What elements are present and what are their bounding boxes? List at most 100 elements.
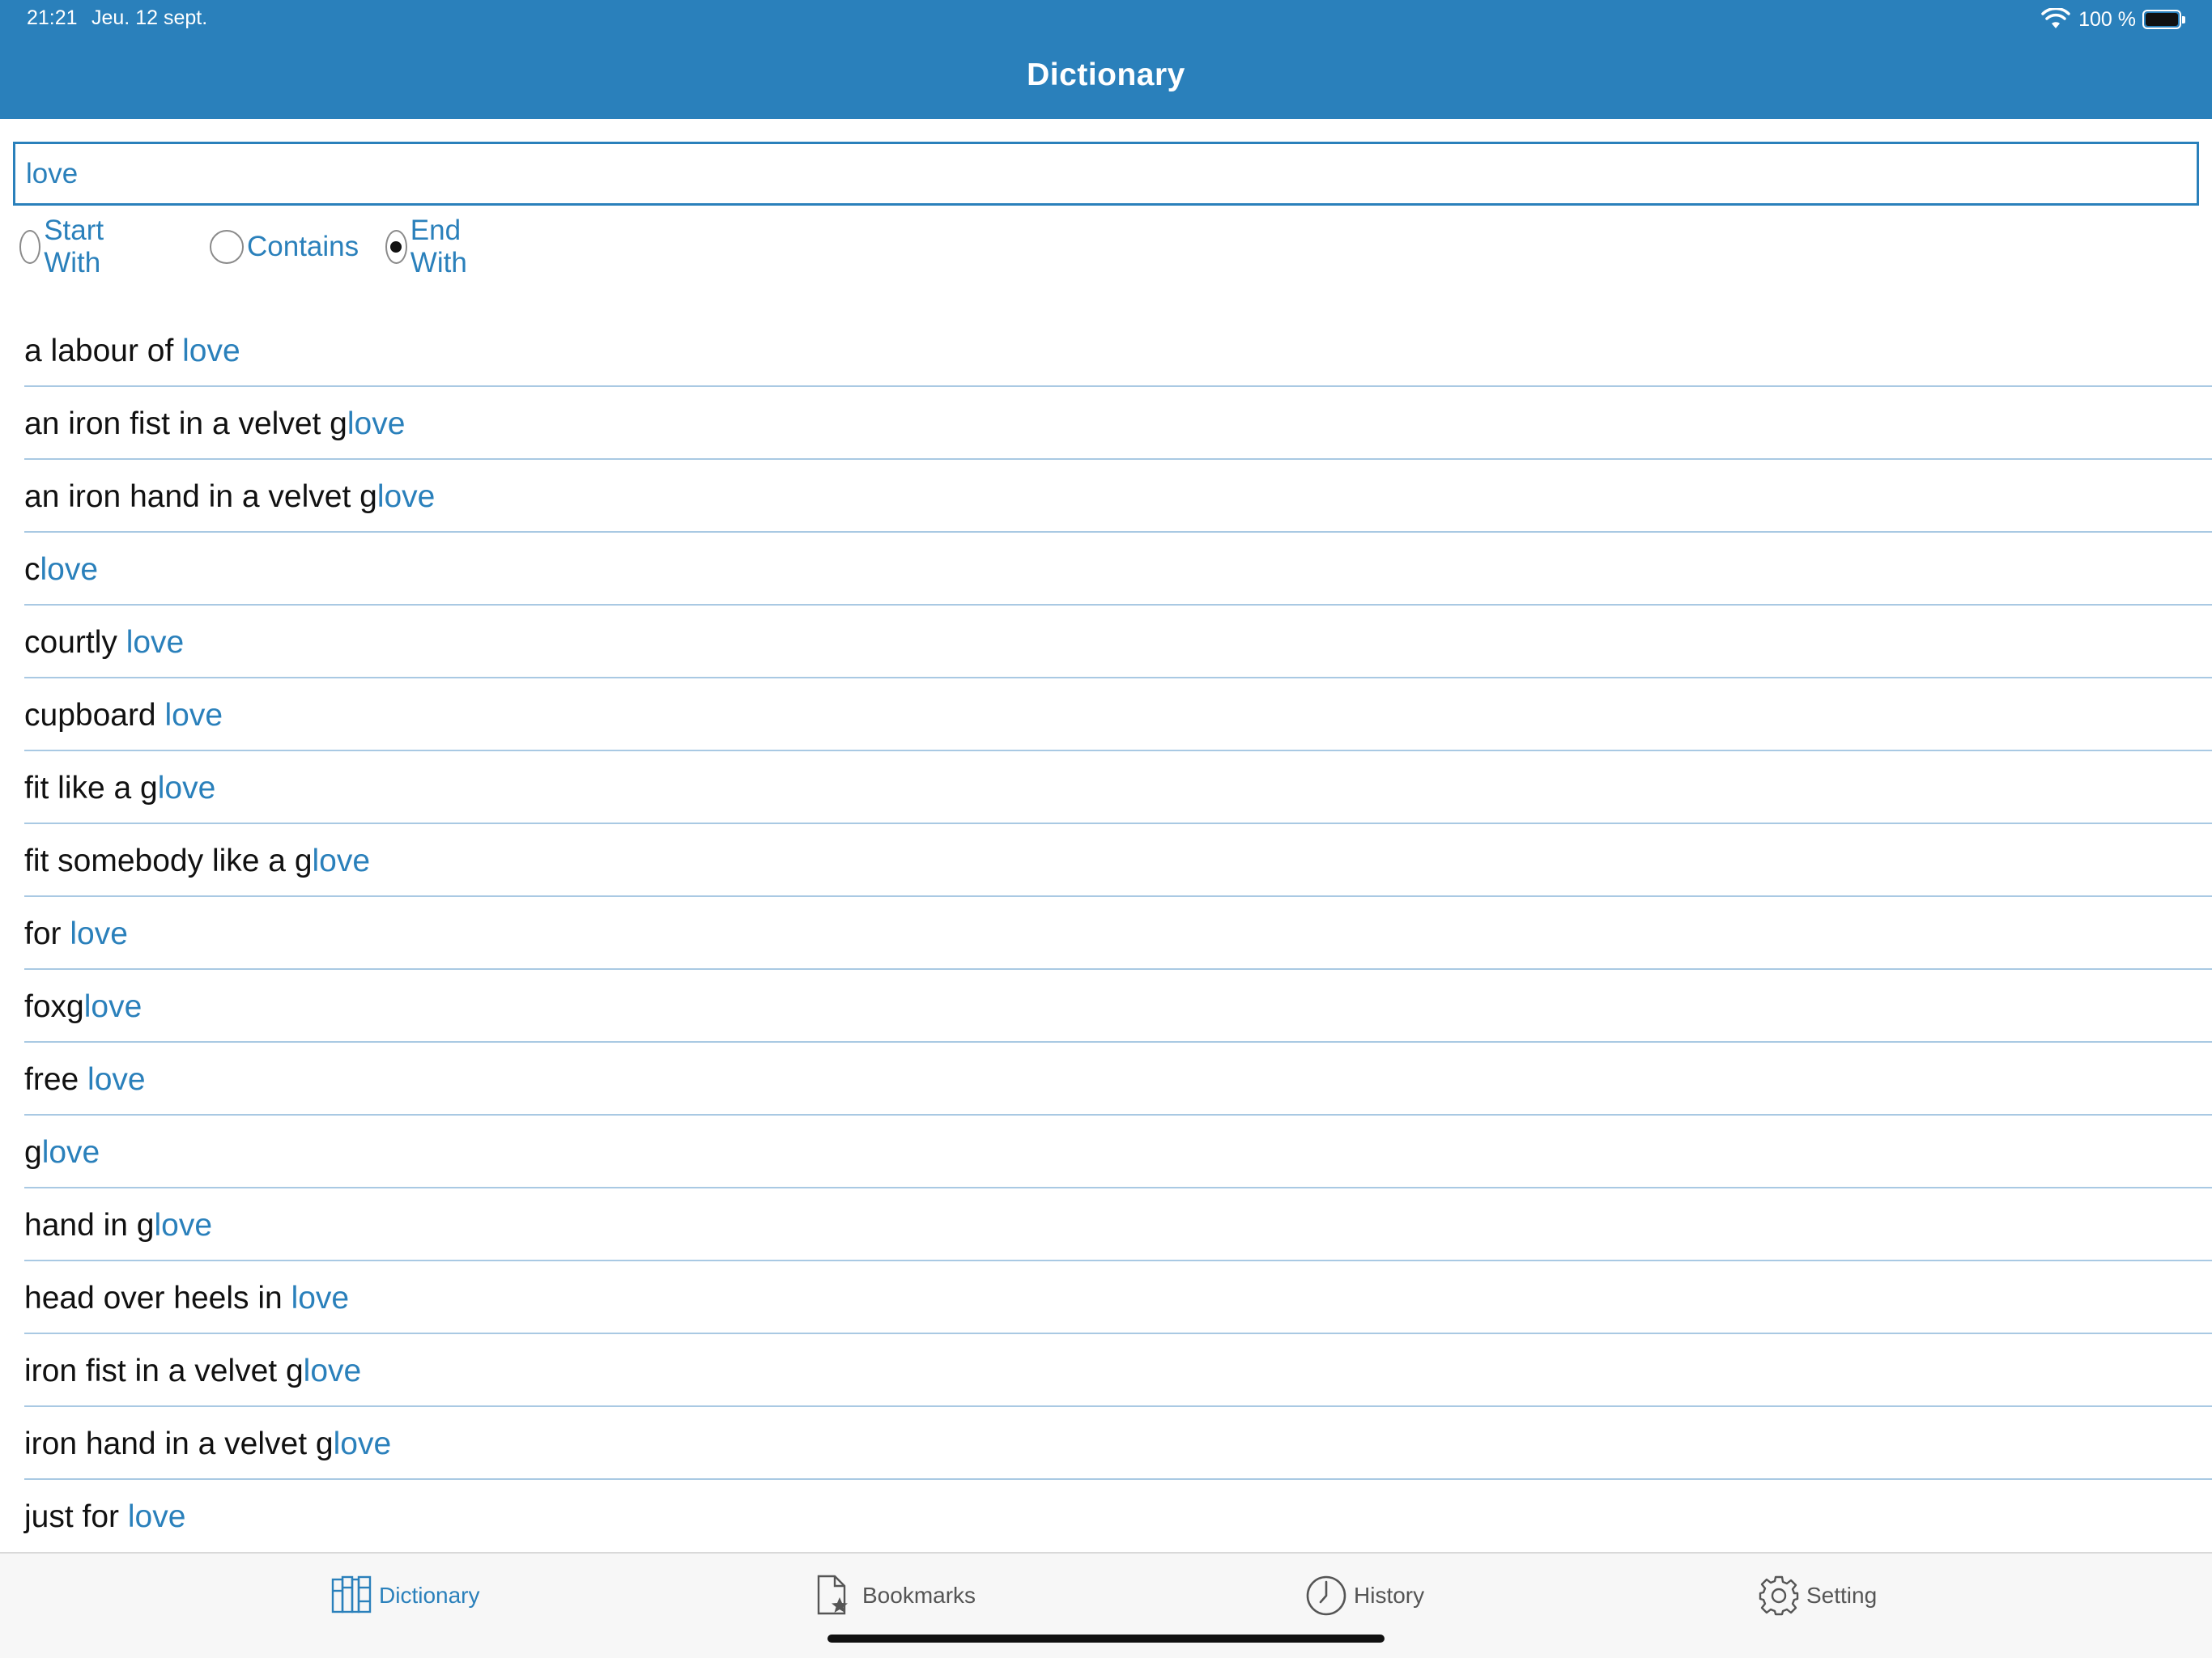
status-date: Jeu. 12 sept. <box>91 6 208 29</box>
result-row[interactable]: for love <box>24 897 2212 970</box>
result-text: for love <box>24 916 128 952</box>
clock-icon <box>1306 1575 1346 1616</box>
result-match-highlight: love <box>164 698 223 733</box>
result-prefix: an iron hand in a velvet g <box>24 479 377 514</box>
wifi-icon <box>2041 8 2070 28</box>
option-end-with[interactable]: End With <box>385 215 479 278</box>
result-text: fit like a glove <box>24 771 215 806</box>
option-label: Contains <box>247 231 359 262</box>
result-row[interactable]: glove <box>24 1116 2212 1188</box>
result-text: iron fist in a velvet glove <box>24 1354 361 1389</box>
result-text: cupboard love <box>24 698 223 733</box>
result-row[interactable]: an iron hand in a velvet glove <box>24 460 2212 533</box>
result-text: head over heels in love <box>24 1281 349 1316</box>
app-window: 21:21 Jeu. 12 sept. 100 % Dictionary Sta… <box>0 0 2212 1658</box>
result-prefix: iron hand in a velvet g <box>24 1426 334 1461</box>
search-field-container <box>13 142 2199 206</box>
result-match-highlight: love <box>40 552 99 587</box>
result-prefix: a labour of <box>24 334 183 368</box>
result-match-highlight: love <box>87 1062 146 1097</box>
result-prefix: an iron fist in a velvet g <box>24 406 347 441</box>
tab-bookmarks[interactable]: Bookmarks <box>814 1573 976 1618</box>
result-row[interactable]: cupboard love <box>24 678 2212 751</box>
result-match-highlight: love <box>125 625 185 660</box>
result-row[interactable]: foxglove <box>24 970 2212 1043</box>
radio-button-icon[interactable] <box>19 230 41 264</box>
option-label: Start With <box>44 215 104 278</box>
result-match-highlight: love <box>347 406 406 441</box>
battery-percentage: 100 % <box>2078 7 2136 31</box>
tab-label: Dictionary <box>379 1583 480 1608</box>
option-contains[interactable]: Contains <box>210 228 359 266</box>
result-prefix: c <box>24 552 40 587</box>
tab-setting[interactable]: Setting <box>1758 1573 1877 1618</box>
result-prefix: iron fist in a velvet g <box>24 1354 304 1388</box>
option-start-with[interactable]: Start With <box>19 215 117 278</box>
result-row[interactable]: just for love <box>24 1480 2212 1553</box>
result-prefix: just for <box>24 1499 128 1534</box>
result-text: courtly love <box>24 625 184 661</box>
gear-icon <box>1759 1575 1799 1616</box>
result-prefix: foxg <box>24 989 84 1024</box>
top-bar: 21:21 Jeu. 12 sept. 100 % Dictionary <box>0 0 2212 119</box>
book-icon <box>331 1575 372 1613</box>
result-match-highlight: love <box>333 1426 392 1461</box>
bookmark-document-icon <box>817 1575 848 1615</box>
result-prefix: cupboard <box>24 698 165 733</box>
result-match-highlight: love <box>127 1499 186 1534</box>
result-match-highlight: love <box>376 479 436 514</box>
result-prefix: g <box>24 1135 42 1170</box>
result-prefix: fit somebody like a g <box>24 844 313 878</box>
result-text: free love <box>24 1062 146 1098</box>
result-match-highlight: love <box>312 844 371 878</box>
result-text: just for love <box>24 1499 185 1535</box>
tab-label: Bookmarks <box>862 1583 976 1608</box>
result-row[interactable]: a labour of love <box>24 314 2212 387</box>
result-text: clove <box>24 552 98 588</box>
result-row[interactable]: fit like a glove <box>24 751 2212 824</box>
status-indicators: 100 % <box>2041 5 2185 34</box>
search-input[interactable] <box>15 144 2197 203</box>
option-label: End With <box>410 215 467 278</box>
result-row[interactable]: hand in glove <box>24 1188 2212 1261</box>
result-text: fit somebody like a glove <box>24 844 370 879</box>
result-match-highlight: love <box>303 1354 362 1388</box>
result-match-highlight: love <box>154 1208 213 1243</box>
result-row[interactable]: fit somebody like a glove <box>24 824 2212 897</box>
result-match-highlight: love <box>41 1135 100 1170</box>
radio-button-selected-icon[interactable] <box>385 230 407 264</box>
result-match-highlight: love <box>70 916 128 951</box>
result-match-highlight: love <box>182 334 240 368</box>
result-text: a labour of love <box>24 334 240 369</box>
result-row[interactable]: iron fist in a velvet glove <box>24 1334 2212 1407</box>
result-prefix: hand in g <box>24 1208 155 1243</box>
battery-icon <box>2142 10 2185 29</box>
radio-button-icon[interactable] <box>210 230 244 264</box>
page-title: Dictionary <box>1027 57 1185 92</box>
result-match-highlight: love <box>157 771 216 806</box>
result-text: hand in glove <box>24 1208 212 1244</box>
result-text: glove <box>24 1135 100 1171</box>
result-text: foxglove <box>24 989 142 1025</box>
result-prefix: free <box>24 1062 88 1097</box>
result-row[interactable]: head over heels in love <box>24 1261 2212 1334</box>
tab-history[interactable]: History <box>1305 1573 1424 1618</box>
result-prefix: fit like a g <box>24 771 158 806</box>
status-time: 21:21 <box>27 6 78 29</box>
home-indicator[interactable] <box>827 1635 1385 1643</box>
result-text: iron hand in a velvet glove <box>24 1426 391 1462</box>
result-match-highlight: love <box>291 1281 350 1316</box>
result-prefix: for <box>24 916 70 951</box>
result-row[interactable]: clove <box>24 533 2212 606</box>
results-list: a labour of love an iron fist in a velvet… <box>24 314 2212 1553</box>
result-row[interactable]: free love <box>24 1043 2212 1116</box>
tab-label: History <box>1354 1583 1425 1608</box>
tab-dictionary[interactable]: Dictionary <box>330 1573 479 1618</box>
result-text: an iron fist in a velvet glove <box>24 406 405 442</box>
result-row[interactable]: courtly love <box>24 606 2212 678</box>
result-row[interactable]: an iron fist in a velvet glove <box>24 387 2212 460</box>
tab-label: Setting <box>1806 1583 1878 1608</box>
result-text: an iron hand in a velvet glove <box>24 479 435 515</box>
result-match-highlight: love <box>83 989 143 1024</box>
result-row[interactable]: iron hand in a velvet glove <box>24 1407 2212 1480</box>
